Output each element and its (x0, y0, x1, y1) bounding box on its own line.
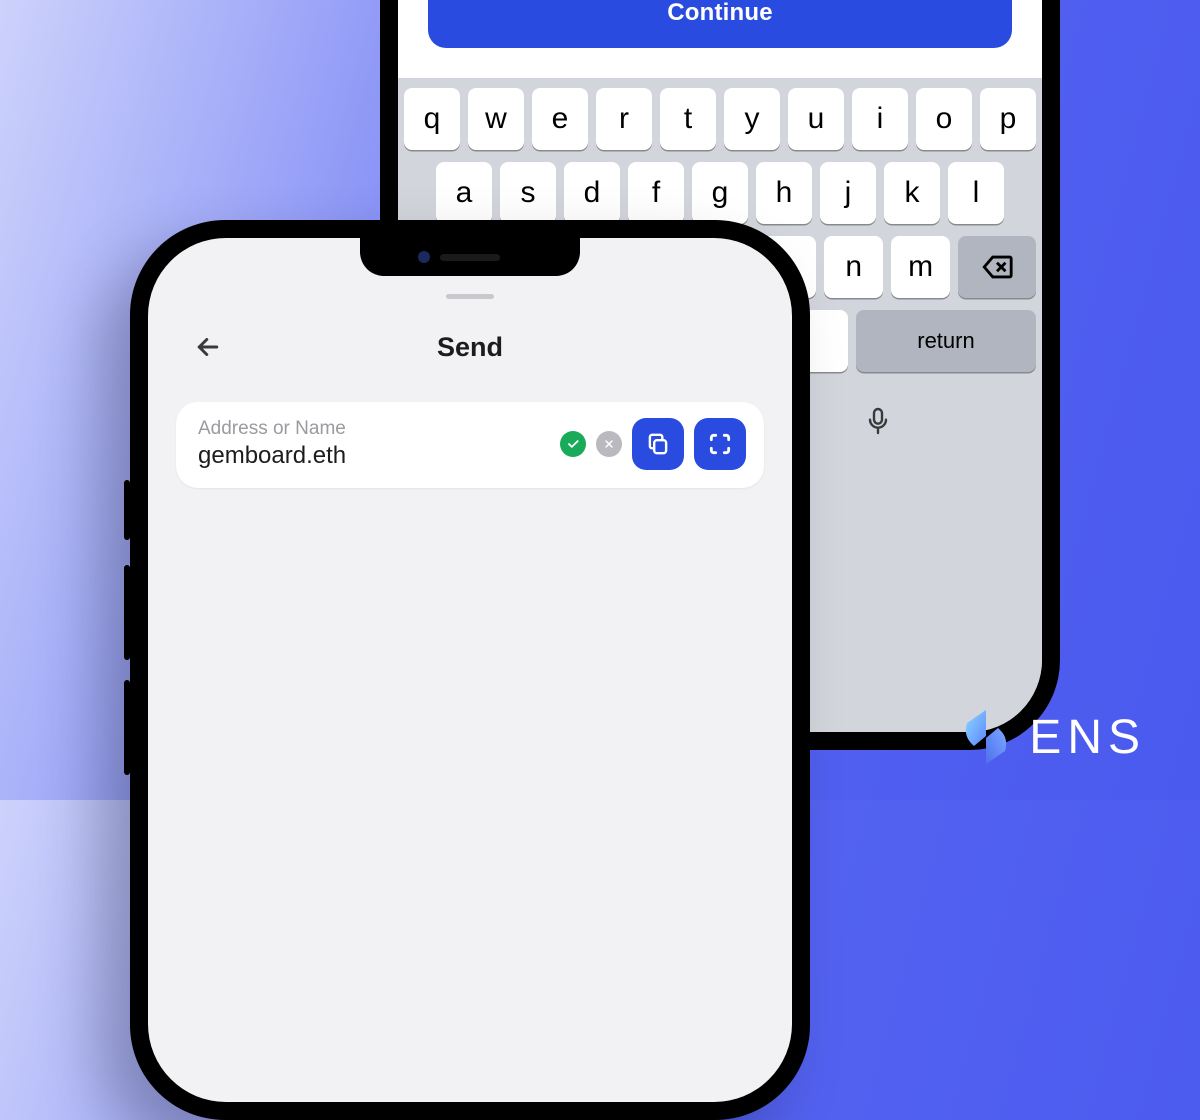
address-field-value: gemboard.eth (198, 442, 550, 470)
address-text-group[interactable]: Address or Name gemboard.eth (198, 418, 550, 470)
paste-button[interactable] (632, 418, 684, 470)
key-l[interactable]: l (948, 162, 1004, 224)
key-d[interactable]: d (564, 162, 620, 224)
side-button-mute (124, 480, 130, 540)
key-q[interactable]: q (404, 88, 460, 150)
key-p[interactable]: p (980, 88, 1036, 150)
key-y[interactable]: y (724, 88, 780, 150)
address-field-label: Address or Name (198, 418, 550, 440)
key-j[interactable]: j (820, 162, 876, 224)
key-s[interactable]: s (500, 162, 556, 224)
address-input-card: Address or Name gemboard.eth (176, 402, 764, 488)
key-n[interactable]: n (824, 236, 883, 298)
key-f[interactable]: f (628, 162, 684, 224)
valid-check-icon (560, 431, 586, 457)
key-u[interactable]: u (788, 88, 844, 150)
ens-wordmark: ENS (1029, 710, 1146, 765)
phone-front-screen: Send Address or Name gemboard.eth (148, 238, 792, 1102)
key-i[interactable]: i (852, 88, 908, 150)
clear-input-icon[interactable] (596, 431, 622, 457)
send-header: Send (148, 238, 792, 378)
key-return[interactable]: return (856, 310, 1036, 372)
key-t[interactable]: t (660, 88, 716, 150)
phone-front-frame: Send Address or Name gemboard.eth (130, 220, 810, 1120)
key-h[interactable]: h (756, 162, 812, 224)
key-w[interactable]: w (468, 88, 524, 150)
continue-area: Continue (398, 0, 1042, 78)
key-g[interactable]: g (692, 162, 748, 224)
key-e[interactable]: e (532, 88, 588, 150)
page-title: Send (437, 332, 503, 363)
back-button[interactable] (186, 325, 230, 369)
side-button-volume-up (124, 565, 130, 660)
ens-logo: ENS (961, 708, 1146, 766)
key-k[interactable]: k (884, 162, 940, 224)
keyboard-row-2: a s d f g h j k l (404, 162, 1036, 224)
key-m[interactable]: m (891, 236, 950, 298)
dictation-icon[interactable] (853, 396, 903, 446)
ens-mark-icon (961, 708, 1011, 766)
scan-qr-button[interactable] (694, 418, 746, 470)
keyboard-row-1: q w e r t y u i o p (404, 88, 1036, 150)
key-backspace[interactable] (958, 236, 1036, 298)
key-o[interactable]: o (916, 88, 972, 150)
continue-button[interactable]: Continue (428, 0, 1012, 48)
key-r[interactable]: r (596, 88, 652, 150)
side-button-volume-down (124, 680, 130, 775)
key-a[interactable]: a (436, 162, 492, 224)
